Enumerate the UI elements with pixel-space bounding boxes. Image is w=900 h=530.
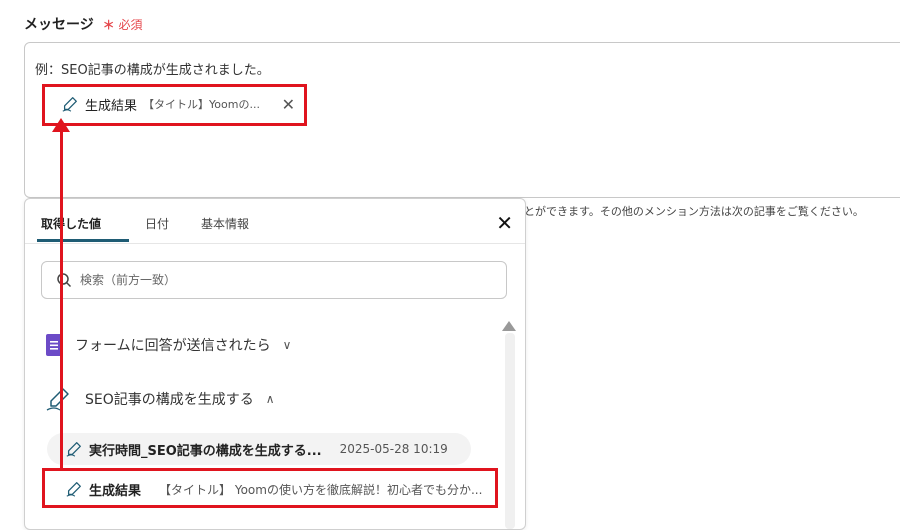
item-title: 実行時間_SEO記事の構成を生成する... [89, 443, 322, 459]
required-text: 必須 [118, 18, 143, 32]
mention-hint-text: とができます。その他のメンション方法は次の記事をご覧ください。 [524, 205, 864, 218]
close-icon[interactable]: ✕ [496, 211, 513, 235]
field-label-text: メッセージ [24, 17, 94, 33]
scrollbar[interactable] [505, 333, 515, 529]
tab-basic-info[interactable]: 基本情報 [201, 215, 249, 232]
required-badge: ＊ 必須 [103, 18, 143, 32]
item-value: 【タイトル】 Yoomの使い方を徹底解説！初心者でも分か... [159, 482, 483, 497]
active-tab-indicator [37, 239, 129, 242]
item-title: 生成結果 [89, 483, 142, 499]
chip-detail: 【タイトル】Yoomの... [143, 98, 260, 111]
annotation-arrow-line [60, 126, 63, 471]
section-label: SEO記事の構成を生成する [85, 392, 254, 408]
annotation-arrowhead-icon [52, 118, 70, 132]
tab-acquired-values[interactable]: 取得した値 [41, 215, 101, 232]
item-value: 2025-05-28 10:19 [339, 442, 448, 456]
section-label: フォームに回答が送信されたら [75, 338, 271, 354]
section-form-submitted[interactable]: フォームに回答が送信されたら ∨ [45, 333, 291, 357]
chip-remove-icon[interactable]: ✕ [282, 95, 295, 114]
message-field-label: メッセージ ＊ 必須 [24, 14, 142, 34]
section-seo-generate[interactable]: SEO記事の構成を生成する ∧ [45, 385, 275, 413]
required-star: ＊ [102, 18, 115, 32]
variable-chip-generated-result[interactable]: 生成結果 【タイトル】Yoomの... ✕ [41, 87, 305, 121]
pen-icon [66, 482, 81, 497]
pen-icon [66, 442, 81, 457]
search-icon [57, 273, 72, 288]
chevron-down-icon: ∨ [282, 338, 292, 352]
search-input[interactable] [78, 272, 482, 288]
chip-label: 生成結果 [85, 98, 138, 114]
message-textarea[interactable]: 例：SEO記事の構成が生成されました。 生成結果 【タイトル】Yoomの... … [24, 42, 900, 198]
value-item-generated-result[interactable]: 生成結果 【タイトル】 Yoomの使い方を徹底解説！初心者でも分か... [47, 473, 501, 505]
scroll-up-arrow-icon[interactable] [502, 321, 516, 331]
pen-icon [62, 97, 77, 112]
value-picker-panel: 取得した値 日付 基本情報 ✕ フォームに回答が送信されたら ∨ SEO記事の構… [24, 198, 526, 530]
chevron-up-icon: ∧ [265, 392, 275, 406]
search-box[interactable] [41, 261, 507, 299]
value-item-execution-time[interactable]: 実行時間_SEO記事の構成を生成する... 2025-05-28 10:19 [47, 433, 471, 465]
panel-tabs: 取得した値 日付 基本情報 [25, 199, 525, 244]
tab-date[interactable]: 日付 [145, 215, 169, 232]
pen-icon [46, 388, 69, 411]
message-example-text: 例：SEO記事の構成が生成されました。 [35, 63, 270, 78]
